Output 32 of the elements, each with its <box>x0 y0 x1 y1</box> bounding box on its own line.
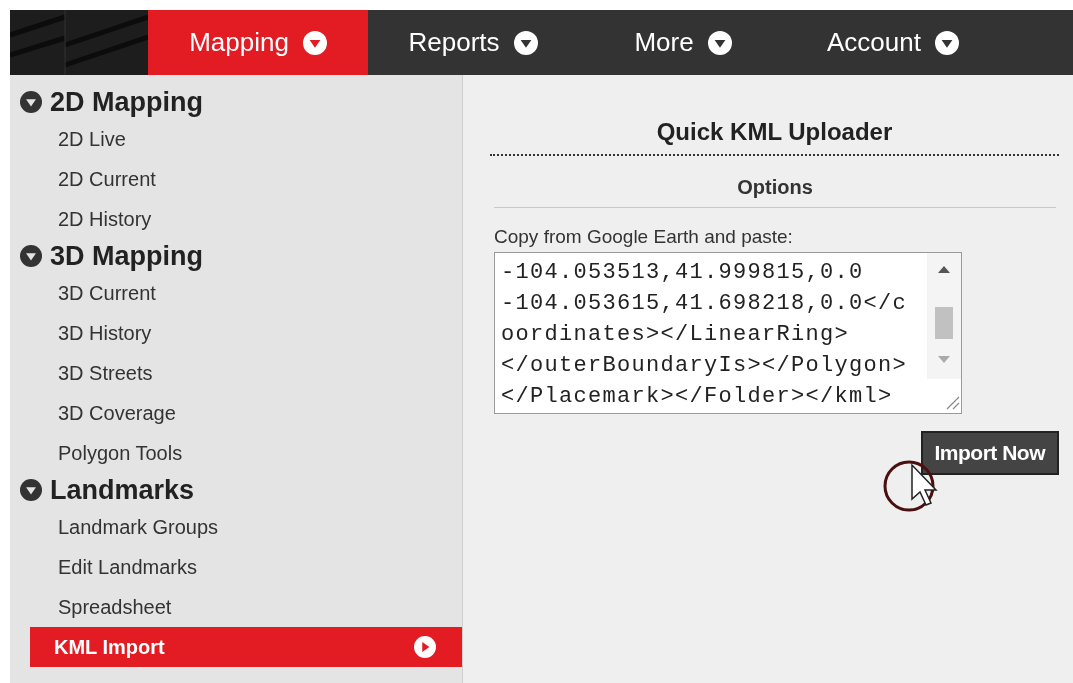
sidebar-item[interactable]: 3D History <box>10 313 462 353</box>
sidebar-item[interactable]: Spreadsheet <box>10 587 462 627</box>
caret-down-icon <box>513 30 538 55</box>
sidebar-item[interactable]: 3D Coverage <box>10 393 462 433</box>
sidebar-item[interactable]: 2D Live <box>10 119 462 159</box>
section-heading: Options <box>494 156 1056 208</box>
caret-down-icon <box>302 30 327 55</box>
caret-down-icon <box>707 30 732 55</box>
sidebar-item[interactable]: 2D Current <box>10 159 462 199</box>
play-icon <box>414 636 436 658</box>
sidebar-item[interactable]: 2D History <box>10 199 462 239</box>
caret-down-icon <box>20 91 42 113</box>
nav-tab[interactable]: Mapping <box>148 10 368 75</box>
nav-tab[interactable]: More <box>578 10 788 75</box>
kml-text-field[interactable]: -104.053513,41.999815,0.0 -104.053615,41.698218,0.0</c oordinates></LinearRing> </outerBoundaryIs></Polygon> </Placemark></Folder></kml> <box>494 252 962 414</box>
sidebar-item[interactable]: KML Import <box>30 627 462 667</box>
sidebar-group-heading[interactable]: 2D Mapping <box>10 85 462 119</box>
panel-title: Quick KML Uploader <box>490 75 1059 156</box>
caret-down-icon <box>934 30 959 55</box>
sidebar-item[interactable]: Landmark Groups <box>10 507 462 547</box>
field-label: Copy from Google Earth and paste: <box>494 226 794 248</box>
sidebar-item[interactable]: 3D Current <box>10 273 462 313</box>
caret-down-icon <box>20 479 42 501</box>
sidebar-group-heading[interactable]: 3D Mapping <box>10 239 462 273</box>
nav-tab[interactable]: Account <box>788 10 998 75</box>
nav-tab[interactable]: Reports <box>368 10 578 75</box>
import-now-button[interactable]: Import Now <box>920 431 1059 475</box>
caret-down-icon <box>20 245 42 267</box>
sidebar-item[interactable]: Edit Landmarks <box>10 547 462 587</box>
sidebar-group-heading[interactable]: Landmarks <box>10 473 462 507</box>
sidebar-item[interactable]: 3D Streets <box>10 353 462 393</box>
sidebar-item[interactable]: Polygon Tools <box>10 433 462 473</box>
